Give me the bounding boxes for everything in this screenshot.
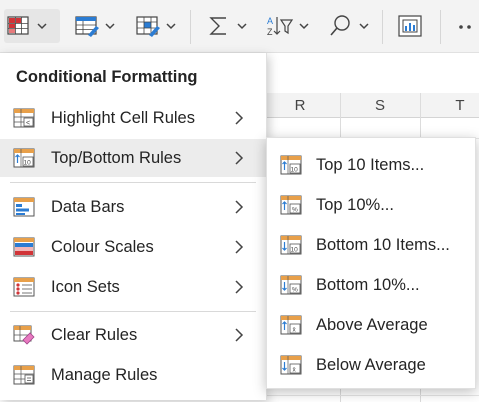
sort-filter-icon: A Z	[267, 16, 294, 37]
menu-item-label: Clear Rules	[51, 326, 138, 344]
toolbar-divider	[440, 10, 441, 44]
svg-text:<: <	[26, 120, 30, 127]
autosum-button[interactable]	[204, 9, 254, 43]
cell-styles-button[interactable]	[133, 9, 183, 43]
submenu-item-top-10-items[interactable]: 10 Top 10 Items...	[267, 145, 475, 185]
menu-item-clear-rules[interactable]: Clear Rules	[0, 316, 266, 354]
menu-item-label: Colour Scales	[51, 238, 154, 256]
above-average-icon: x̄	[280, 315, 302, 335]
chevron-right-icon	[235, 240, 244, 254]
toolbar-divider	[382, 10, 383, 44]
chevron-right-icon	[235, 280, 244, 294]
cell-styles-icon	[136, 16, 160, 37]
grid-line	[266, 395, 479, 396]
chevron-down-icon	[359, 23, 369, 30]
analyze-data-icon	[398, 15, 422, 37]
conditional-formatting-button[interactable]	[4, 9, 60, 43]
chevron-down-icon	[237, 23, 247, 30]
chevron-right-icon	[235, 328, 244, 342]
menu-item-label: Manage Rules	[51, 366, 158, 384]
submenu-item-label: Top 10 Items...	[316, 156, 425, 174]
more-options-button[interactable]	[454, 9, 479, 43]
colour-scales-icon	[13, 237, 35, 257]
sort-filter-button[interactable]: A Z	[264, 9, 314, 43]
chevron-right-icon	[235, 151, 244, 165]
format-as-table-button[interactable]	[72, 9, 122, 43]
column-header-t[interactable]: T	[426, 93, 479, 117]
chevron-down-icon	[37, 23, 47, 30]
top-10-items-icon: 10	[280, 155, 302, 175]
submenu-item-bottom-10-percent[interactable]: % Bottom 10%...	[267, 265, 475, 305]
submenu-item-bottom-10-items[interactable]: 10 Bottom 10 Items...	[267, 225, 475, 265]
sigma-icon	[209, 17, 226, 35]
top-10-percent-icon: %	[280, 195, 302, 215]
svg-text:%: %	[292, 287, 298, 294]
icon-sets-icon	[13, 277, 35, 297]
submenu-item-label: Above Average	[316, 316, 428, 334]
submenu-item-label: Bottom 10 Items...	[316, 236, 450, 254]
menu-item-manage-rules[interactable]: Manage Rules	[0, 356, 266, 394]
manage-rules-icon	[13, 365, 35, 385]
chevron-down-icon	[299, 23, 309, 30]
menu-item-icon-sets[interactable]: Icon Sets	[0, 268, 266, 306]
menu-item-colour-scales[interactable]: Colour Scales	[0, 228, 266, 266]
chevron-down-icon	[105, 23, 115, 30]
submenu-item-label: Bottom 10%...	[316, 276, 420, 294]
svg-text:10: 10	[291, 167, 299, 174]
svg-text:10: 10	[291, 247, 299, 254]
svg-text:Z: Z	[267, 27, 273, 37]
magnifier-icon	[330, 15, 350, 36]
highlight-cell-rules-icon: <	[13, 108, 35, 128]
ellipsis-icon	[459, 25, 471, 29]
chevron-down-icon	[166, 23, 176, 30]
svg-text:%: %	[292, 207, 298, 214]
svg-text:10: 10	[24, 160, 32, 167]
column-header-r[interactable]: R	[266, 93, 334, 117]
find-select-button[interactable]	[326, 9, 376, 43]
bottom-10-items-icon: 10	[280, 235, 302, 255]
analyze-data-button[interactable]	[394, 9, 428, 43]
data-bars-icon	[13, 197, 35, 217]
submenu-item-above-average[interactable]: x̄ Above Average	[267, 305, 475, 345]
menu-separator	[10, 182, 256, 183]
toolbar-divider	[190, 10, 191, 44]
below-average-icon: x̄	[280, 355, 302, 375]
column-header-s[interactable]: S	[344, 93, 416, 117]
chevron-right-icon	[235, 200, 244, 214]
submenu-item-label: Top 10%...	[316, 196, 394, 214]
conditional-formatting-icon	[7, 16, 29, 35]
menu-item-label: Data Bars	[51, 198, 125, 216]
menu-item-label: Top/Bottom Rules	[51, 149, 182, 167]
submenu-item-label: Below Average	[316, 356, 426, 374]
menu-item-highlight-cell-rules[interactable]: < Highlight Cell Rules	[0, 99, 266, 137]
format-as-table-icon	[75, 16, 99, 37]
menu-item-label: Highlight Cell Rules	[51, 109, 195, 127]
clear-rules-icon	[13, 325, 35, 345]
menu-item-data-bars[interactable]: Data Bars	[0, 188, 266, 226]
chevron-right-icon	[235, 111, 244, 125]
menu-item-top-bottom-rules[interactable]: 10 Top/Bottom Rules	[0, 139, 266, 177]
menu-separator	[10, 311, 256, 312]
bottom-10-percent-icon: %	[280, 275, 302, 295]
menu-item-label: Icon Sets	[51, 278, 120, 296]
submenu-item-top-10-percent[interactable]: % Top 10%...	[267, 185, 475, 225]
menu-title: Conditional Formatting	[16, 68, 198, 86]
submenu-item-below-average[interactable]: x̄ Below Average	[267, 345, 475, 385]
svg-text:A: A	[267, 16, 273, 26]
top-bottom-rules-icon: 10	[13, 148, 35, 168]
